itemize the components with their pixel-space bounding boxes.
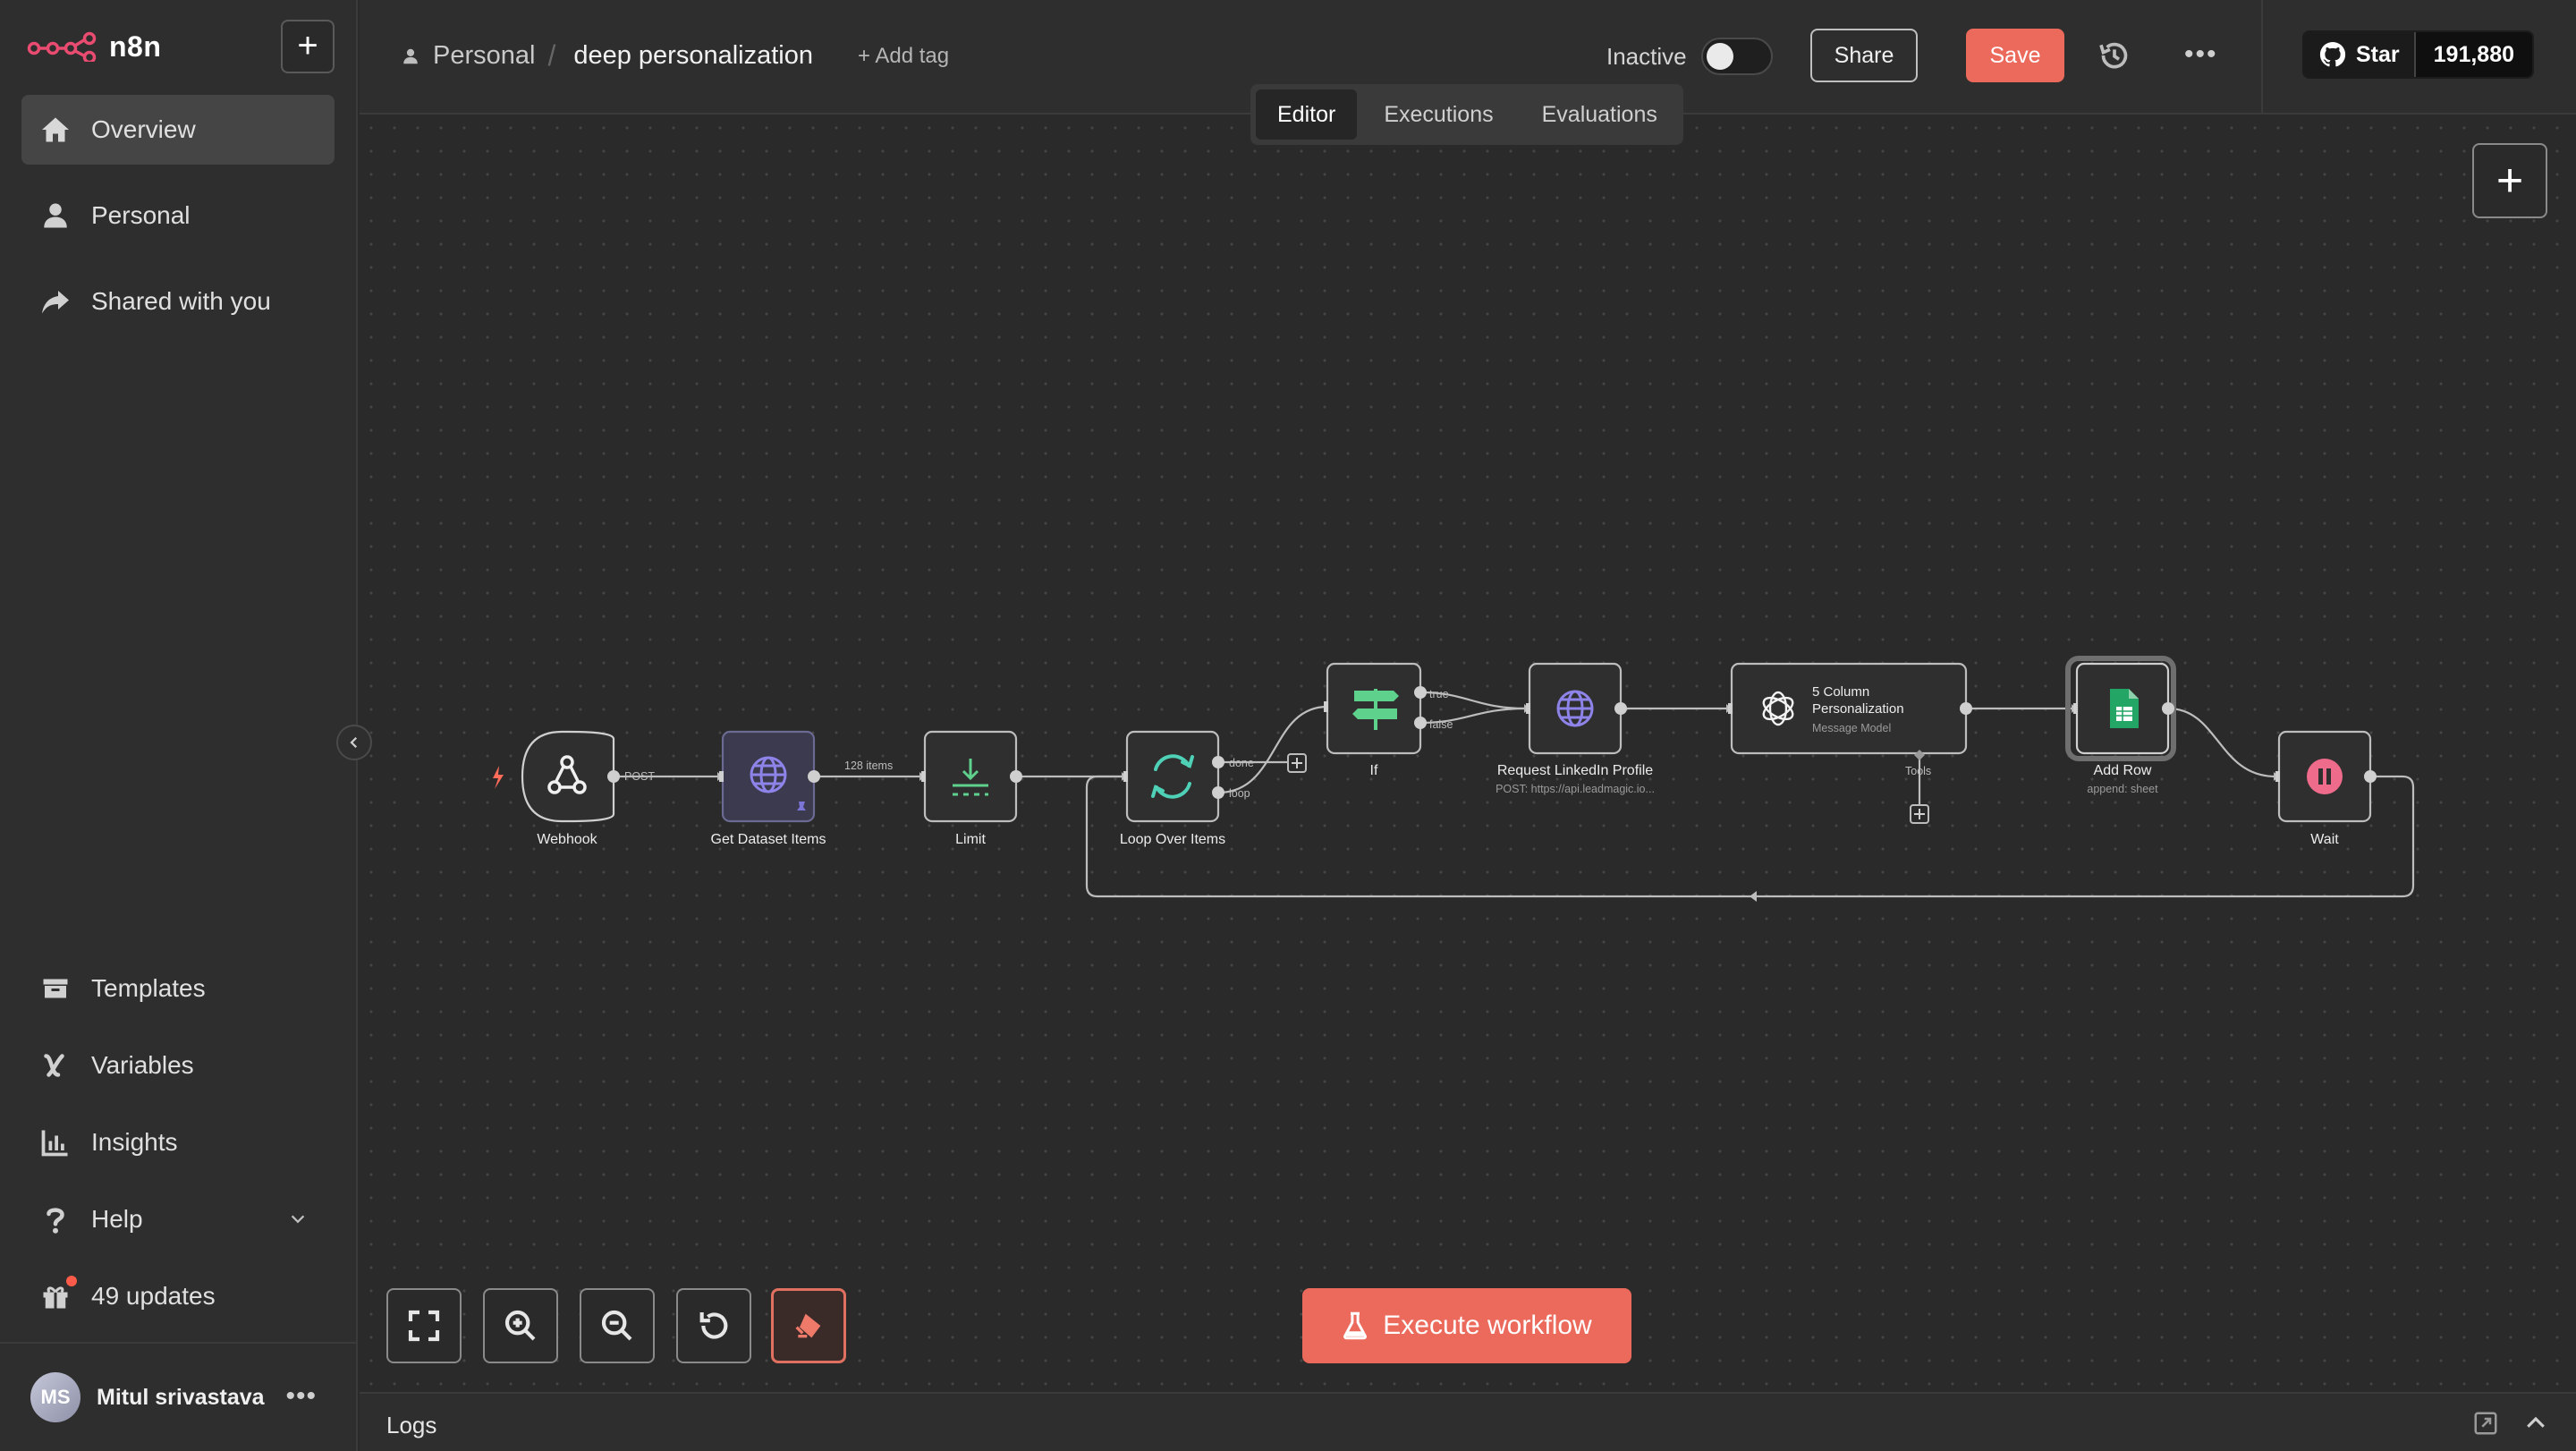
workflow-name[interactable]: deep personalization xyxy=(573,41,813,71)
fullscreen-icon xyxy=(408,1310,440,1342)
share-icon xyxy=(42,291,69,314)
sidebar-item-label: Variables xyxy=(91,1051,194,1079)
chevron-up-icon[interactable] xyxy=(2522,1410,2549,1437)
tab-editor[interactable]: Editor xyxy=(1256,89,1358,140)
user-menu[interactable]: MS Mitul srivastava ••• xyxy=(30,1370,335,1424)
header-divider xyxy=(2261,0,2263,113)
user-icon xyxy=(403,48,418,64)
sidebar-item-updates[interactable]: 49 updates xyxy=(21,1261,335,1331)
collapse-sidebar-button[interactable] xyxy=(336,725,372,760)
github-icon xyxy=(2319,41,2346,67)
sidebar-divider xyxy=(0,1342,358,1344)
github-star: Star xyxy=(2304,32,2416,77)
tab-evaluations[interactable]: Evaluations xyxy=(1521,89,1679,140)
sidebar-item-shared[interactable]: Shared with you xyxy=(21,267,335,336)
workflow-canvas[interactable] xyxy=(360,116,2576,1390)
n8n-logo[interactable]: n8n xyxy=(27,27,161,66)
brand-name: n8n xyxy=(109,30,162,63)
zoom-out-button[interactable] xyxy=(580,1288,655,1363)
pop-out-icon[interactable] xyxy=(2472,1410,2499,1437)
sidebar-item-label: Overview xyxy=(91,115,196,143)
avatar: MS xyxy=(30,1372,80,1422)
chevron-down-icon xyxy=(291,1215,305,1224)
update-badge xyxy=(66,1276,77,1286)
save-button[interactable]: Save xyxy=(1966,29,2064,82)
clear-execution-button[interactable] xyxy=(771,1288,846,1363)
add-node-button[interactable]: + xyxy=(2472,143,2547,218)
sidebar-item-personal[interactable]: Personal xyxy=(21,181,335,250)
eraser-icon xyxy=(795,1313,821,1338)
logs-label: Logs xyxy=(386,1412,437,1438)
sidebar-item-label: Help xyxy=(91,1205,143,1233)
home-icon xyxy=(42,117,69,142)
execute-workflow-label: Execute workflow xyxy=(1383,1311,1592,1340)
sidebar-item-insights[interactable]: Insights xyxy=(21,1107,335,1177)
sidebar-item-label: Templates xyxy=(91,974,206,1002)
chevron-left-icon xyxy=(350,736,358,749)
tab-executions[interactable]: Executions xyxy=(1362,89,1514,140)
github-star-count: 191,880 xyxy=(2415,32,2533,77)
help-icon xyxy=(47,1208,64,1234)
insights-icon xyxy=(41,1130,68,1157)
templates-icon xyxy=(43,979,68,998)
breadcrumb-project[interactable]: Personal xyxy=(433,41,535,71)
sidebar-item-label: 49 updates xyxy=(91,1282,216,1310)
execute-workflow-button[interactable]: Execute workflow xyxy=(1302,1288,1631,1363)
undo-icon xyxy=(699,1312,728,1339)
sidebar-item-templates[interactable]: Templates xyxy=(21,954,335,1023)
sidebar-item-overview[interactable]: Overview xyxy=(21,95,335,165)
breadcrumb-separator: / xyxy=(547,39,556,72)
sidebar-item-variables[interactable]: Variables xyxy=(21,1031,335,1100)
toggle-knob xyxy=(1707,43,1733,70)
user-icon xyxy=(44,203,67,228)
logs-panel-bar[interactable]: Logs xyxy=(360,1392,2576,1451)
github-star-button[interactable]: Star 191,880 xyxy=(2302,30,2535,79)
history-icon[interactable] xyxy=(2097,38,2132,73)
more-options-icon[interactable]: ••• xyxy=(2184,39,2218,70)
sidebar-item-label: Shared with you xyxy=(91,287,271,315)
sidebar-item-label: Personal xyxy=(91,201,191,229)
zoom-in-button[interactable] xyxy=(483,1288,558,1363)
flask-icon xyxy=(1343,1311,1368,1340)
create-new-button[interactable]: + xyxy=(281,20,335,73)
github-star-label: Star xyxy=(2356,41,2400,67)
user-more-icon[interactable]: ••• xyxy=(285,1381,317,1412)
breadcrumb: Personal / deep personalization + Add ta… xyxy=(401,39,949,72)
add-tag-button[interactable]: + Add tag xyxy=(858,44,949,69)
zoom-out-icon xyxy=(601,1310,632,1341)
sidebar: n8n + Overview Personal Shared with you … xyxy=(0,0,372,1451)
sidebar-item-help[interactable]: Help xyxy=(21,1184,335,1254)
active-status-label: Inactive xyxy=(1606,43,1687,70)
share-button[interactable]: Share xyxy=(1810,29,1918,82)
n8n-logo-icon xyxy=(27,31,97,62)
sidebar-item-label: Insights xyxy=(91,1128,178,1156)
active-toggle[interactable] xyxy=(1701,38,1773,75)
fit-view-button[interactable] xyxy=(386,1288,462,1363)
gift-icon xyxy=(43,1286,68,1309)
logs-actions xyxy=(2472,1410,2549,1437)
variables-icon xyxy=(44,1054,64,1077)
reset-zoom-button[interactable] xyxy=(676,1288,751,1363)
zoom-in-icon xyxy=(504,1310,536,1341)
view-tabs: Editor Executions Evaluations xyxy=(1250,84,1683,145)
user-name: Mitul srivastava xyxy=(97,1384,265,1410)
